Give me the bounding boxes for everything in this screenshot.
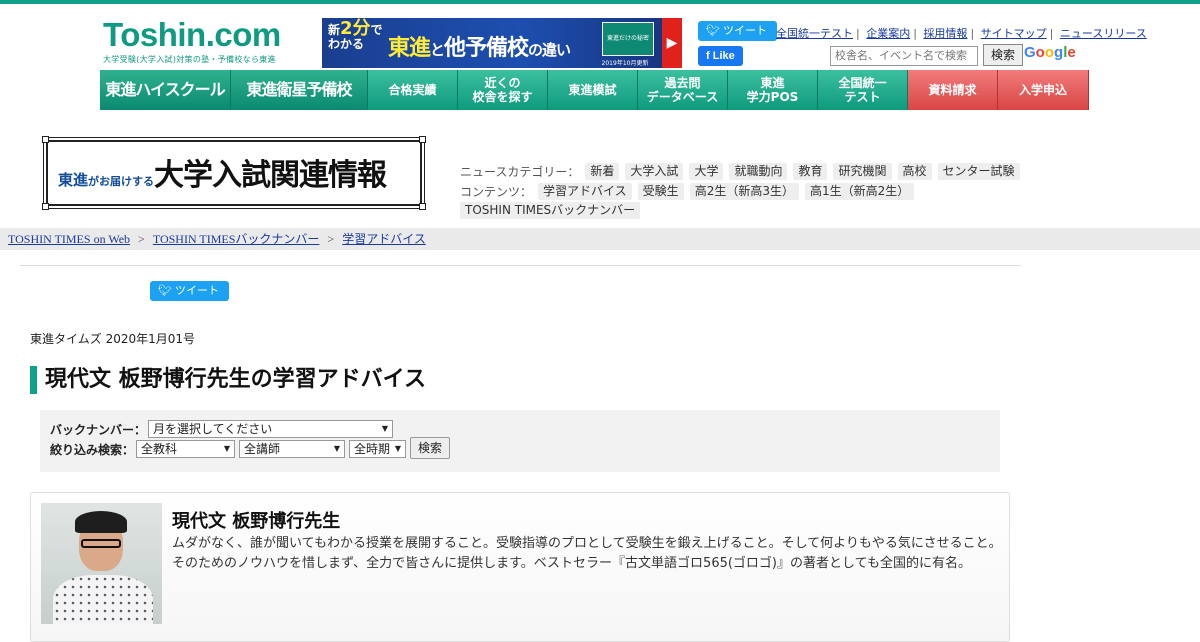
- banner-arrow-icon: ▶: [662, 18, 682, 68]
- article-tweet-button[interactable]: 🐦︎ ツイート: [150, 281, 230, 301]
- site-search: 検索: [830, 44, 1023, 66]
- banner-image: 東進だけの秘密: [602, 22, 654, 56]
- page-title: 現代文 板野博行先生の学習アドバイス: [30, 366, 426, 394]
- search-button[interactable]: 検索: [983, 44, 1023, 66]
- teacher-select[interactable]: 全講師: [239, 440, 346, 458]
- category-tag[interactable]: 大学: [689, 163, 724, 180]
- corner-mark: [419, 136, 426, 143]
- link-company[interactable]: 企業案内: [866, 27, 910, 40]
- category-tag[interactable]: 教育: [793, 163, 828, 180]
- breadcrumb: TOSHIN TIMES on Web > TOSHIN TIMESバックナンバー >…: [0, 228, 1200, 250]
- teacher-card: 現代文 板野博行先生 ムダがなく、誰が聞いてもわかる授業を展開すること。受験指導…: [30, 492, 1010, 642]
- content-tag[interactable]: TOSHIN TIMESバックナンバー: [460, 202, 641, 219]
- nav-pos[interactable]: 東進 学力POS: [728, 70, 818, 110]
- category-panel: ニュースカテゴリー： 新着 大学入試 大学 就職動向 教育 研究機関 高校 セン…: [460, 162, 1030, 220]
- category-tag[interactable]: センター試験: [937, 163, 1020, 180]
- banner-headline: 東進と他予備校の違い: [388, 36, 571, 61]
- logo-tagline: 大学受験(大学入試)対策の塾・予備校なら東進: [103, 55, 276, 64]
- banner-left-text: 新2分で わかる: [328, 18, 383, 52]
- category-tag[interactable]: 新着: [585, 163, 620, 180]
- nav-apply[interactable]: 入学申込: [998, 70, 1089, 110]
- breadcrumb-item[interactable]: TOSHIN TIMESバックナンバー: [153, 232, 320, 246]
- divider: [20, 265, 1021, 266]
- nav-request-materials[interactable]: 資料請求: [908, 70, 998, 110]
- filter-panel: バックナンバー： 月を選択してください 絞り込み検索： 全教科 全講師 全時期 …: [40, 410, 1000, 472]
- teacher-photo: [41, 503, 162, 624]
- content-tag[interactable]: 高1生（新高2生）: [804, 183, 915, 200]
- category-tag[interactable]: 高校: [897, 163, 932, 180]
- facebook-icon: f: [706, 50, 710, 62]
- content-tag[interactable]: 受験生: [637, 183, 684, 200]
- search-input[interactable]: [830, 45, 978, 66]
- article-date: 東進タイムズ 2020年1月01号: [30, 332, 196, 346]
- corner-mark: [419, 203, 426, 210]
- site-title-text: 東進がお届けする大学入試関連情報: [58, 158, 387, 193]
- link-sitemap[interactable]: サイトマップ: [981, 27, 1047, 40]
- filter-search-button[interactable]: 検索: [410, 437, 451, 459]
- teacher-name: 現代文 板野博行先生: [172, 511, 341, 532]
- site-section-title[interactable]: 東進がお届けする大学入試関連情報: [42, 136, 426, 210]
- month-select[interactable]: 月を選択してください: [148, 420, 394, 438]
- nav-toshin-moshi[interactable]: 東進模試: [548, 70, 638, 110]
- corner-mark: [42, 203, 49, 210]
- nav-find-school[interactable]: 近くの 校舎を探す: [458, 70, 548, 110]
- promo-banner[interactable]: 新2分で わかる 東進と他予備校の違い 東進だけの秘密 2019年10月更新 ▶: [322, 18, 682, 68]
- link-recruit[interactable]: 採用情報: [923, 27, 967, 40]
- toshin-logo[interactable]: Toshin.com 大学受験(大学入試)対策の塾・予備校なら東進: [103, 18, 281, 65]
- nav-zenkoku-test[interactable]: 全国統一 テスト: [818, 70, 908, 110]
- nav-results[interactable]: 合格実績: [368, 70, 458, 110]
- content-tag[interactable]: 高2生（新高3生）: [689, 183, 799, 200]
- content-tag[interactable]: 学習アドバイス: [538, 183, 632, 200]
- tweet-button[interactable]: 🐦︎ ツイート: [698, 21, 778, 41]
- breadcrumb-item[interactable]: TOSHIN TIMES on Web: [8, 232, 130, 246]
- content-categories: コンテンツ： 学習アドバイス 受験生 高2生（新高3生） 高1生（新高2生） T…: [460, 182, 1030, 220]
- twitter-bird-icon: 🐦︎: [706, 25, 720, 37]
- category-tag[interactable]: 大学入試: [625, 163, 684, 180]
- banner-date: 2019年10月更新: [601, 60, 649, 67]
- category-tag[interactable]: 就職動向: [729, 163, 788, 180]
- category-tag[interactable]: 研究機関: [833, 163, 892, 180]
- google-logo: Google: [1024, 44, 1076, 61]
- twitter-bird-icon: 🐦︎: [158, 285, 172, 297]
- nav-toshin-eisei[interactable]: 東進衛星予備校: [231, 70, 368, 110]
- period-select[interactable]: 全時期: [349, 440, 407, 458]
- nav-toshin-highschool[interactable]: 東進ハイスクール: [100, 70, 231, 110]
- main-nav: 東進ハイスクール 東進衛星予備校 合格実績 近くの 校舎を探す 東進模試 過去問…: [100, 70, 1089, 110]
- teacher-description: ムダがなく、誰が聞いてもわかる授業を展開すること。受験指導のプロとして受験生を鍛…: [172, 536, 1002, 571]
- subject-select[interactable]: 全教科: [136, 440, 236, 458]
- backnumber-row: バックナンバー： 月を選択してください: [50, 419, 990, 439]
- news-categories: ニュースカテゴリー： 新着 大学入試 大学 就職動向 教育 研究機関 高校 セン…: [460, 162, 1030, 182]
- facebook-like-button[interactable]: f Like: [698, 46, 743, 66]
- breadcrumb-item[interactable]: 学習アドバイス: [342, 232, 426, 246]
- header-links: 全国統一テスト | 企業案内 | 採用情報 | サイトマップ | ニュースリリース: [776, 27, 1147, 40]
- logo-text: Toshin.com: [103, 16, 281, 53]
- nav-past-exam-db[interactable]: 過去問 データベース: [638, 70, 728, 110]
- site-header: Toshin.com 大学受験(大学入試)対策の塾・予備校なら東進 新2分で わ…: [0, 4, 1200, 70]
- search-row: 絞り込み検索： 全教科 全講師 全時期 検索: [50, 437, 990, 459]
- link-news-release[interactable]: ニュースリリース: [1060, 27, 1147, 40]
- corner-mark: [42, 136, 49, 143]
- link-zenkoku-test[interactable]: 全国統一テスト: [776, 27, 853, 40]
